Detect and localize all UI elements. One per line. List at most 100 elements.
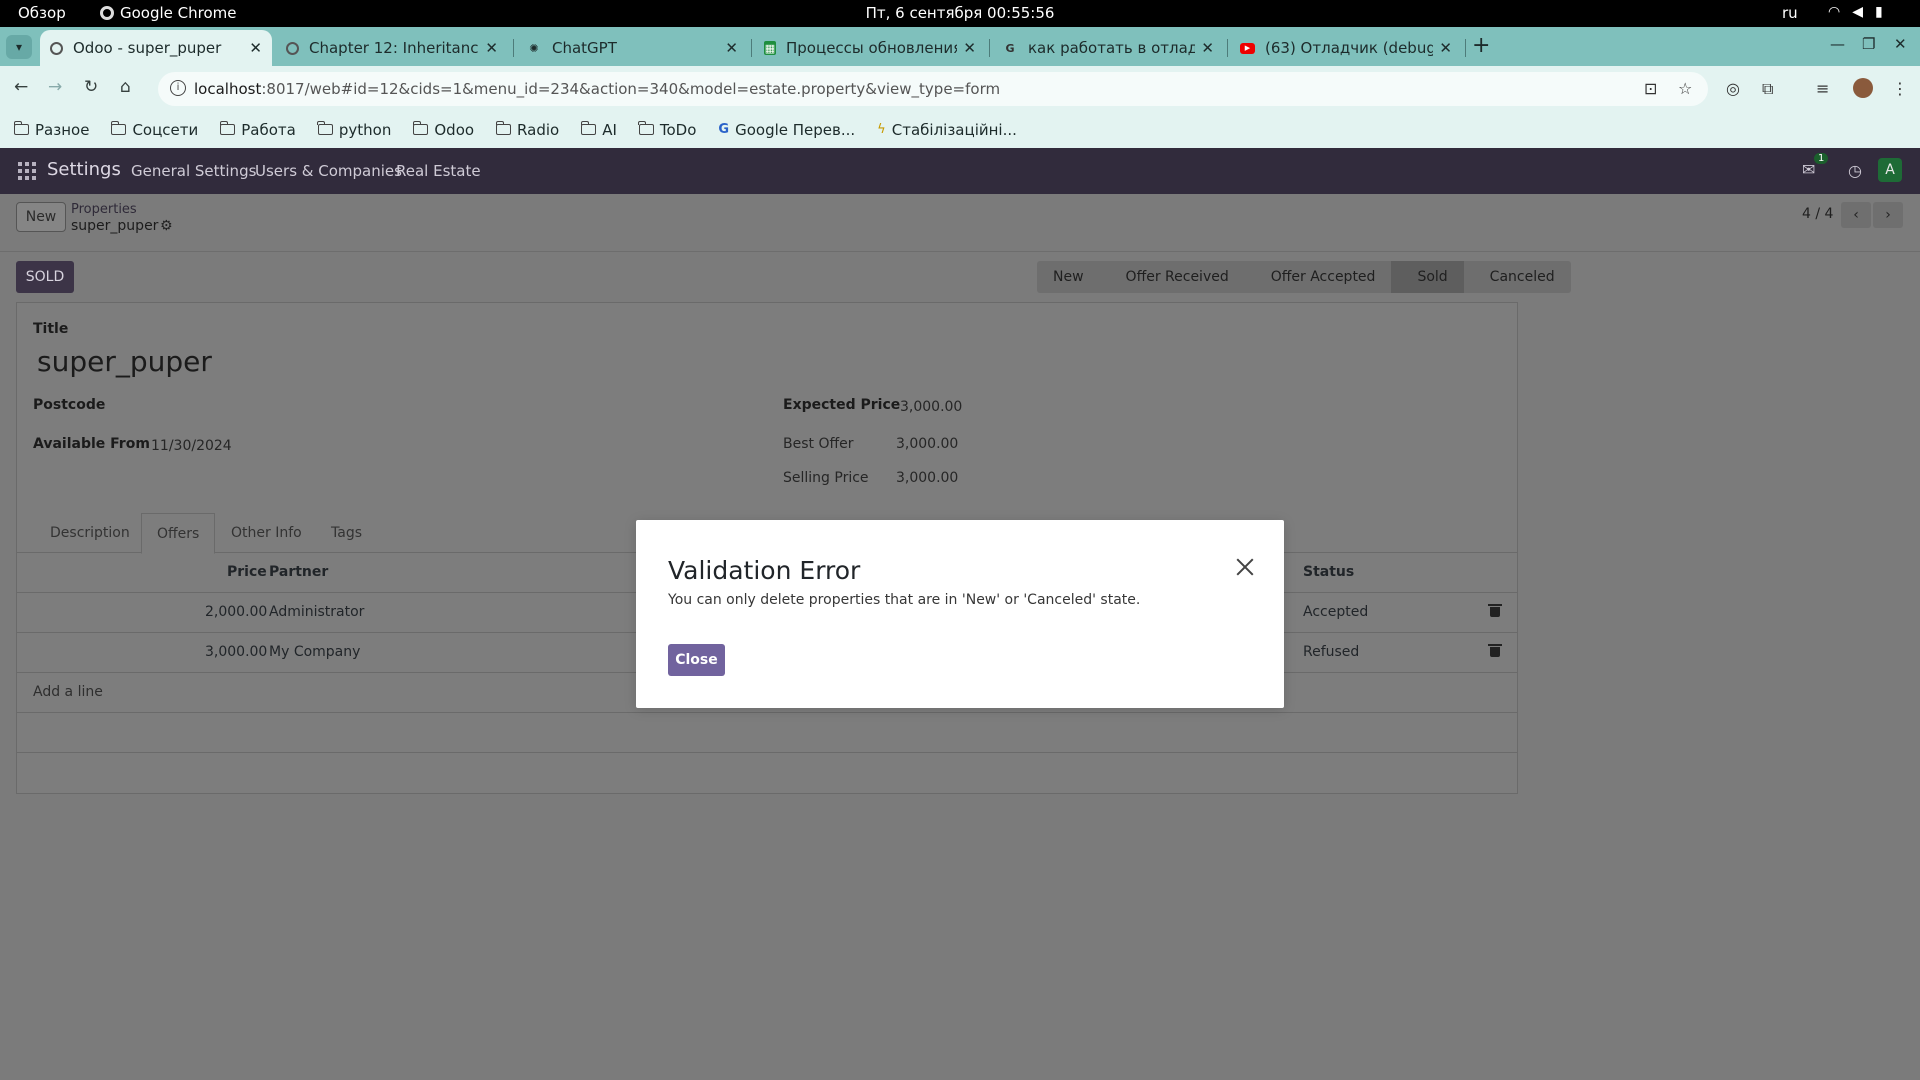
user-avatar[interactable]: A xyxy=(1878,158,1902,182)
sold-button[interactable]: SOLD xyxy=(16,261,74,293)
lightning-icon: ϟ xyxy=(877,122,886,137)
available-from-field[interactable]: 11/30/2024 xyxy=(151,438,232,454)
stage-sold[interactable]: Sold xyxy=(1391,261,1464,293)
status-bar: New Offer Received Offer Accepted Sold C… xyxy=(1037,261,1571,293)
bookmark-folder[interactable]: Radio xyxy=(495,121,559,139)
selling-price-value: 3,000.00 xyxy=(896,470,959,486)
column-header-price[interactable]: Price xyxy=(227,564,267,580)
close-icon[interactable]: ✕ xyxy=(1439,39,1452,57)
tab-separator xyxy=(989,39,990,57)
add-a-line-link[interactable]: Add a line xyxy=(33,684,103,700)
bookmark-star-icon[interactable]: ☆ xyxy=(1678,79,1692,98)
menu-real-estate[interactable]: Real Estate xyxy=(396,162,481,180)
close-icon[interactable] xyxy=(1234,556,1256,578)
bookmark-folder[interactable]: Разное xyxy=(13,121,89,139)
tab-search-button[interactable]: ▾ xyxy=(6,35,32,59)
menu-general-settings[interactable]: General Settings xyxy=(131,162,256,180)
stage-offer-accepted[interactable]: Offer Accepted xyxy=(1244,261,1392,293)
site-info-icon[interactable]: i xyxy=(170,80,186,96)
stage-canceled[interactable]: Canceled xyxy=(1463,261,1571,293)
title-label: Title xyxy=(33,321,69,337)
tab-title: Chapter 12: Inheritance xyxy=(309,39,480,57)
column-header-status[interactable]: Status xyxy=(1303,564,1354,580)
forward-icon[interactable]: → xyxy=(48,77,62,97)
bookmark-folder[interactable]: Соцсети xyxy=(110,121,198,139)
url-text[interactable]: localhost:8017/web#id=12&cids=1&menu_id=… xyxy=(194,80,1000,98)
bookmark-folder[interactable]: ToDo xyxy=(638,121,696,139)
minimize-icon[interactable]: — xyxy=(1830,35,1845,53)
breadcrumb-properties[interactable]: Properties xyxy=(71,202,137,217)
bookmark-link[interactable]: G Google Перев... xyxy=(718,121,855,139)
extension-globe-icon[interactable]: ◎ xyxy=(1726,79,1740,98)
tab-other-info[interactable]: Other Info xyxy=(231,525,302,541)
tab-tags[interactable]: Tags xyxy=(331,525,362,541)
more-menu-icon[interactable]: ⋮ xyxy=(1892,79,1908,98)
browser-tab-odoo[interactable]: Odoo - super_puper ✕ xyxy=(40,30,272,66)
browser-tab-google[interactable]: G как работать в отладке ✕ xyxy=(992,30,1224,66)
bookmark-folder[interactable]: AI xyxy=(580,121,617,139)
stage-new[interactable]: New xyxy=(1037,261,1100,293)
stage-offer-received[interactable]: Offer Received xyxy=(1099,261,1245,293)
close-icon[interactable]: ✕ xyxy=(485,39,498,57)
selling-price-label: Selling Price xyxy=(783,470,869,486)
close-icon[interactable]: ✕ xyxy=(249,39,262,57)
app-menu-grid-icon[interactable] xyxy=(18,162,36,180)
close-icon[interactable]: ✕ xyxy=(1201,39,1214,57)
control-panel: New Properties super_puper ⚙ 4 / 4 ‹ › xyxy=(0,194,1920,252)
chevron-left-icon: ‹ xyxy=(1853,207,1859,223)
pager-next-button[interactable]: › xyxy=(1873,202,1903,228)
chevron-right-icon: › xyxy=(1885,207,1891,223)
bookmarks-bar: Разное Соцсети Работа python Odoo Radio … xyxy=(0,111,1920,148)
expected-price-field[interactable]: 3,000.00 xyxy=(900,399,962,415)
browser-tab-chatgpt[interactable]: ✺ ChatGPT ✕ xyxy=(516,30,748,66)
menu-users-companies[interactable]: Users & Companies xyxy=(255,162,402,180)
pager-previous-button[interactable]: ‹ xyxy=(1841,202,1871,228)
new-tab-button[interactable]: + xyxy=(1472,33,1490,58)
gear-icon[interactable]: ⚙ xyxy=(160,218,173,234)
browser-tab-youtube[interactable]: ▶ (63) Отладчик (debugger ✕ xyxy=(1230,30,1462,66)
close-window-icon[interactable]: ✕ xyxy=(1894,35,1907,53)
browser-tab-inheritance[interactable]: Chapter 12: Inheritance ✕ xyxy=(276,30,508,66)
folder-icon xyxy=(13,121,29,135)
close-button[interactable]: Close xyxy=(668,644,725,676)
extensions-puzzle-icon[interactable]: ⧉ xyxy=(1762,79,1773,99)
close-icon[interactable]: ✕ xyxy=(963,39,976,57)
media-controls-icon[interactable]: ≡ xyxy=(1816,79,1829,98)
bookmark-folder[interactable]: python xyxy=(317,121,391,139)
trash-icon[interactable] xyxy=(1488,644,1502,657)
system-clock[interactable]: Пт, 6 сентября 00:55:56 xyxy=(0,4,1920,22)
trash-icon[interactable] xyxy=(1488,604,1502,617)
close-icon[interactable]: ✕ xyxy=(725,39,738,57)
restore-icon[interactable]: ❐ xyxy=(1862,35,1875,53)
address-bar[interactable]: i localhost:8017/web#id=12&cids=1&menu_i… xyxy=(158,72,1708,106)
bookmark-folder[interactable]: Odoo xyxy=(412,121,474,139)
best-offer-label: Best Offer xyxy=(783,436,854,452)
browser-tab-sheets[interactable]: ▦ Процессы обновления ✕ xyxy=(754,30,986,66)
activity-clock-icon[interactable]: ◷ xyxy=(1848,161,1862,180)
tab-separator xyxy=(751,39,752,57)
tab-separator xyxy=(513,39,514,57)
youtube-icon: ▶ xyxy=(1240,42,1255,54)
back-icon[interactable]: ← xyxy=(14,77,28,97)
reload-icon[interactable]: ↻ xyxy=(84,77,98,97)
tab-description[interactable]: Description xyxy=(50,525,130,541)
google-translate-icon: G xyxy=(718,122,730,137)
pager-value[interactable]: 4 / 4 xyxy=(1802,206,1833,222)
messaging-icon[interactable]: ✉ 1 xyxy=(1802,153,1829,179)
keyboard-layout-indicator[interactable]: ru xyxy=(1782,4,1798,22)
bookmark-folder[interactable]: Работа xyxy=(219,121,296,139)
bookmark-link[interactable]: ϟ Стабілізаційні... xyxy=(877,121,1017,139)
breadcrumb-current-record: super_puper xyxy=(71,218,159,234)
title-field[interactable]: super_puper xyxy=(37,345,212,378)
home-icon[interactable]: ⌂ xyxy=(120,77,131,97)
odoo-navbar: Settings General Settings Users & Compan… xyxy=(0,148,1920,194)
new-record-button[interactable]: New xyxy=(16,202,66,232)
current-app-name[interactable]: Settings xyxy=(47,159,121,180)
system-tray[interactable]: ◠ ◀ ▮ xyxy=(1828,4,1883,20)
chevron-down-icon: ▾ xyxy=(15,40,23,54)
install-app-icon[interactable]: ⊡ xyxy=(1644,79,1657,98)
tab-title: как работать в отладке xyxy=(1028,39,1196,57)
tab-offers[interactable]: Offers xyxy=(141,513,216,554)
column-header-partner[interactable]: Partner xyxy=(269,564,328,580)
profile-avatar[interactable] xyxy=(1853,78,1873,98)
